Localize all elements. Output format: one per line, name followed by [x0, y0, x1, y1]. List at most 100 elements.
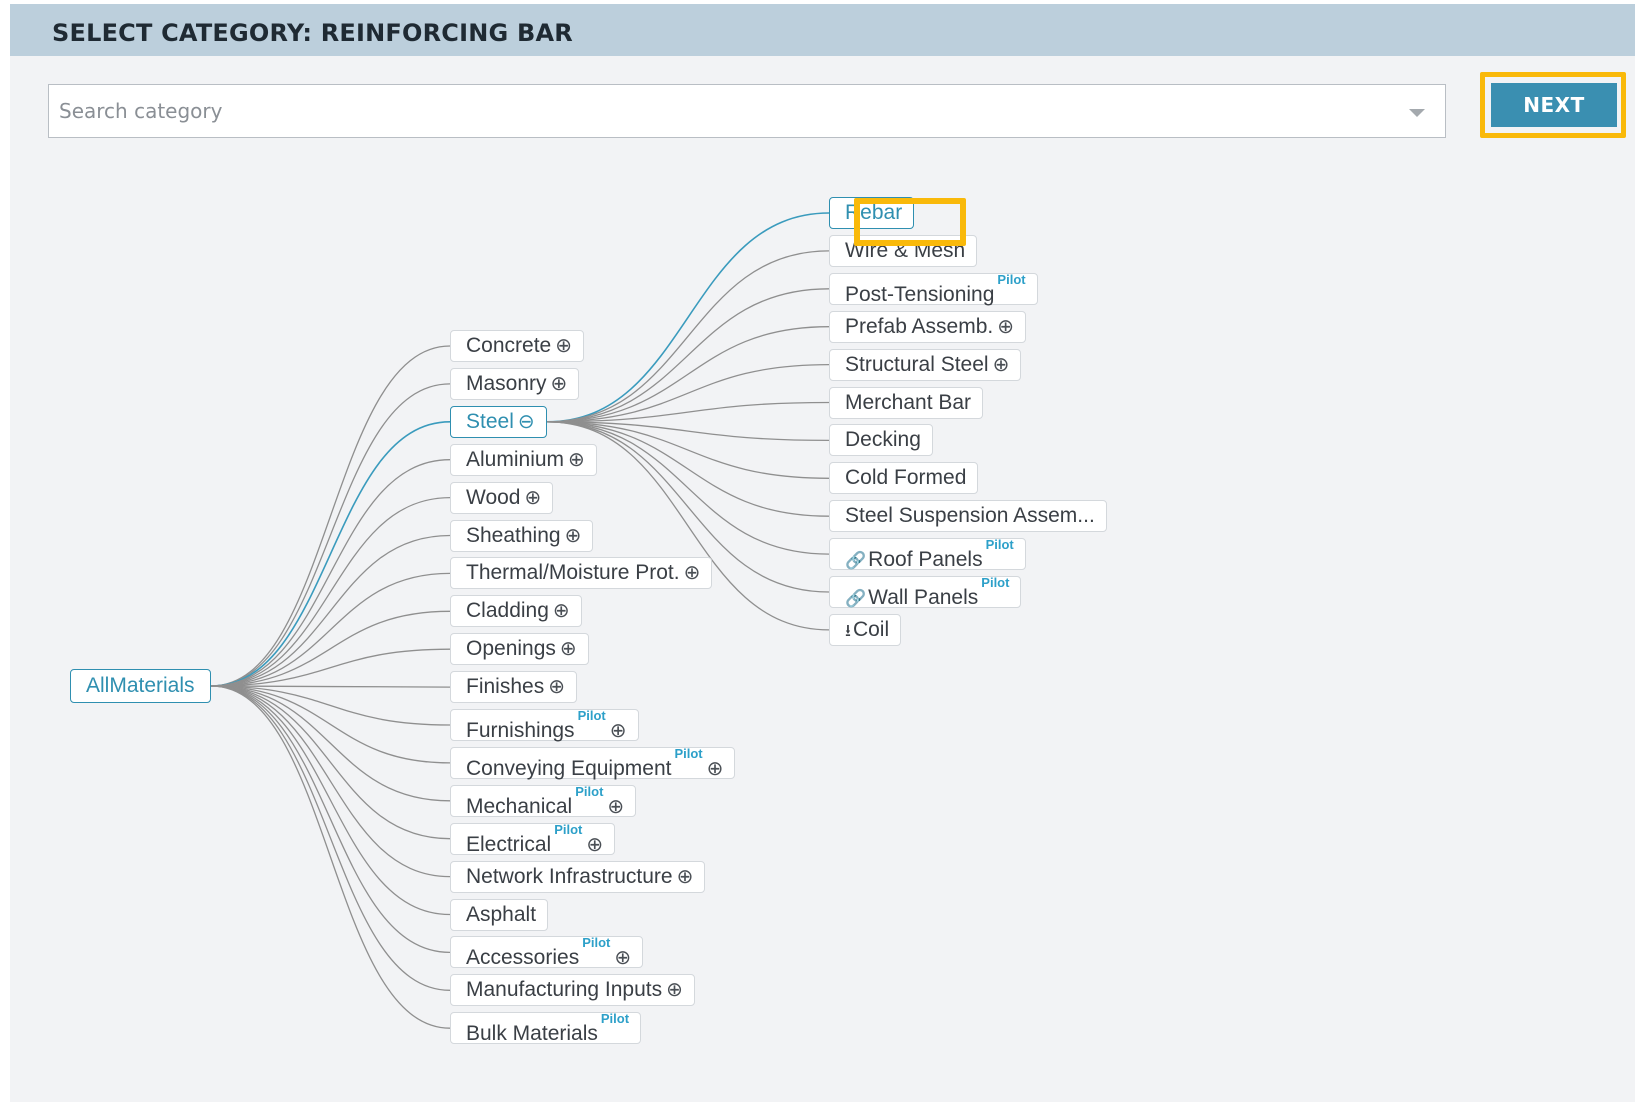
tree-node-structural-steel[interactable]: Structural Steel ⊕ — [829, 348, 1022, 381]
tree-node-merchant-bar[interactable]: Merchant Bar — [829, 386, 984, 419]
tree-node-label: Electrical — [466, 832, 552, 856]
tree-node-accessories[interactable]: AccessoriesPilot⊕ — [450, 935, 644, 970]
expand-icon[interactable]: ⊕ — [607, 792, 624, 822]
tree-node-wire-mesh[interactable]: Wire & Mesh — [829, 234, 978, 267]
search-input[interactable] — [49, 85, 1389, 137]
link-icon: 🔗 — [845, 589, 867, 608]
expand-icon[interactable]: ⊕ — [586, 830, 603, 860]
tree-node-label: Rebar — [845, 201, 903, 224]
tree-node-aluminium[interactable]: Aluminium ⊕ — [450, 443, 597, 476]
collapse-icon[interactable]: ⊖ — [518, 407, 535, 437]
tree-node-label: Merchant Bar — [845, 390, 972, 414]
expand-icon[interactable]: ⊕ — [997, 312, 1014, 342]
expand-icon[interactable]: ⊕ — [565, 521, 582, 551]
expand-icon[interactable]: ⊕ — [553, 596, 570, 626]
tree-node-mechanical[interactable]: MechanicalPilot⊕ — [450, 783, 637, 818]
tree-node-wall-panels[interactable]: 🔗Wall PanelsPilot — [829, 575, 1022, 609]
next-button[interactable]: NEXT — [1491, 83, 1617, 127]
tree-node-steel[interactable]: Steel ⊖ — [450, 405, 547, 438]
expand-icon[interactable]: ⊕ — [666, 975, 683, 1005]
pilot-badge: Pilot — [575, 783, 604, 799]
expand-icon[interactable]: ⊕ — [555, 331, 572, 361]
tree-node-roof-panels[interactable]: 🔗Roof PanelsPilot — [829, 537, 1026, 572]
tree-node-openings[interactable]: Openings ⊕ — [450, 633, 589, 666]
pilot-badge: Pilot — [600, 1011, 630, 1027]
pilot-badge: Pilot — [577, 708, 606, 723]
tree-node-bulk-materials[interactable]: Bulk MaterialsPilot — [450, 1011, 642, 1046]
expand-icon[interactable]: ⊕ — [568, 445, 585, 475]
expand-icon[interactable]: ⊕ — [684, 558, 701, 588]
tree-node-label: Bulk Materials — [466, 1022, 598, 1046]
tree-node-masonry[interactable]: Masonry ⊕ — [450, 367, 580, 400]
pilot-badge: Pilot — [997, 271, 1026, 287]
tree-node-label: Prefab Assemb. — [845, 314, 994, 338]
link-icon: 🔗 — [845, 551, 867, 571]
tree-node-label: Thermal/Moisture Prot. — [466, 561, 680, 585]
tree-node-label: Cladding — [466, 599, 549, 623]
expand-icon[interactable]: ⊕ — [524, 483, 541, 513]
content-panel — [10, 4, 1635, 1102]
tree-node-label: Finishes — [466, 675, 545, 699]
tree-node-label: Aluminium — [466, 447, 565, 471]
tree-node-label: Steel — [466, 409, 514, 433]
tree-node-conveying-equipment[interactable]: Conveying EquipmentPilot⊕ — [450, 745, 736, 780]
page-title: SELECT CATEGORY: REINFORCING BAR — [52, 19, 573, 47]
tree-node-cladding[interactable]: Cladding ⊕ — [450, 595, 582, 628]
tree-node-label: Network Infrastructure — [466, 864, 673, 888]
tree-node-furnishings[interactable]: FurnishingsPilot⊕ — [450, 708, 639, 742]
expand-icon[interactable]: ⊕ — [614, 943, 631, 973]
pilot-badge: Pilot — [554, 821, 583, 837]
tree-node-label: Wire & Mesh — [845, 238, 966, 262]
tree-node-label: AllMaterials — [86, 674, 195, 697]
tree-node-wood[interactable]: Wood ⊕ — [450, 481, 554, 514]
expand-icon[interactable]: ⊕ — [548, 672, 565, 702]
tree-node-label: Roof Panels — [868, 548, 983, 572]
tree-node-steel-suspension-assem[interactable]: Steel Suspension Assem... — [829, 500, 1107, 533]
page-header: SELECT CATEGORY: REINFORCING BAR — [10, 4, 1635, 56]
tree-node-manufacturing-inputs[interactable]: Manufacturing Inputs ⊕ — [450, 974, 695, 1007]
tree-node-label: Cold Formed — [845, 466, 967, 490]
tree-node-label: Openings — [466, 637, 556, 661]
tree-node-thermal-moisture-prot[interactable]: Thermal/Moisture Prot. ⊕ — [450, 557, 713, 590]
pilot-badge: Pilot — [674, 745, 703, 761]
tree-node-sheathing[interactable]: Sheathing ⊕ — [450, 519, 594, 552]
tree-node-asphalt[interactable]: Asphalt — [450, 898, 549, 931]
tree-node-concrete[interactable]: Concrete ⊕ — [450, 330, 584, 362]
tree-node-finishes[interactable]: Finishes ⊕ — [450, 671, 577, 704]
tree-node-label: Post-Tensioning — [845, 282, 995, 306]
download-icon: ⭳ — [845, 620, 851, 640]
tree-node-label: Concrete — [466, 334, 552, 357]
tree-node-network-infrastructure[interactable]: Network Infrastructure ⊕ — [450, 860, 706, 893]
expand-icon[interactable]: ⊕ — [993, 350, 1010, 380]
chevron-down-icon[interactable] — [1409, 109, 1425, 117]
tree-node-label: Wood — [466, 485, 521, 509]
tree-node-label: Furnishings — [466, 719, 575, 742]
expand-icon[interactable]: ⊕ — [560, 634, 577, 664]
expand-icon[interactable]: ⊕ — [610, 716, 627, 746]
tree-node-post-tensioning[interactable]: Post-TensioningPilot — [829, 271, 1038, 306]
expand-icon[interactable]: ⊕ — [551, 369, 568, 399]
pilot-badge: Pilot — [582, 935, 611, 951]
tree-node-label: Sheathing — [466, 523, 561, 547]
expand-icon[interactable]: ⊕ — [707, 754, 724, 784]
tree-node-label: Wall Panels — [868, 586, 979, 609]
tree-node-electrical[interactable]: ElectricalPilot⊕ — [450, 821, 616, 856]
tree-node-decking[interactable]: Decking — [829, 424, 933, 457]
pilot-badge: Pilot — [985, 537, 1014, 553]
search-category-combobox[interactable] — [48, 84, 1446, 138]
tree-node-coil[interactable]: ⭳Coil — [829, 613, 902, 646]
tree-node-label: Steel Suspension Assem... — [845, 504, 1095, 528]
tree-node-label: Coil — [852, 617, 890, 641]
tree-node-label: Conveying Equipment — [466, 756, 672, 780]
tree-node-label: Decking — [845, 428, 921, 452]
tree-node-label: Structural Steel — [845, 352, 989, 376]
tree-node-label: Asphalt — [466, 902, 537, 926]
tree-node-label: Accessories — [466, 946, 580, 970]
tree-node-allmaterials[interactable]: AllMaterials — [70, 669, 211, 703]
tree-node-cold-formed[interactable]: Cold Formed — [829, 462, 979, 495]
expand-icon[interactable]: ⊕ — [677, 862, 694, 892]
tree-node-rebar[interactable]: Rebar — [829, 197, 915, 229]
tree-node-prefab-assemb[interactable]: Prefab Assemb. ⊕ — [829, 310, 1027, 343]
tree-node-label: Masonry — [466, 371, 547, 395]
tree-node-label: Mechanical — [466, 794, 573, 818]
